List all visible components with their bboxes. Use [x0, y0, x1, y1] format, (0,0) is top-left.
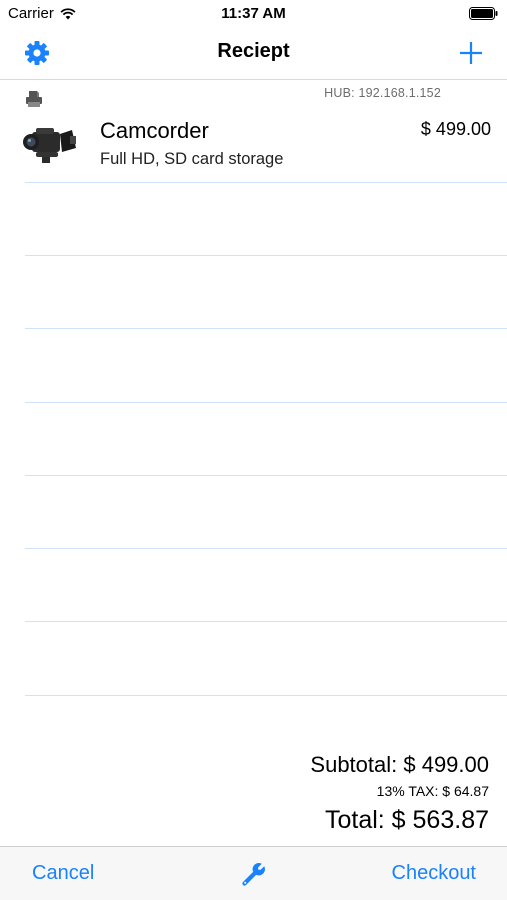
cancel-button[interactable]: Cancel: [32, 862, 94, 885]
totals-summary: Subtotal: $ 499.00 13% TAX: $ 64.87 Tota…: [310, 752, 489, 836]
list-item[interactable]: Camcorder Full HD, SD card storage $ 499…: [0, 110, 507, 183]
printer-icon: [26, 91, 42, 107]
item-description: Full HD, SD card storage: [100, 150, 284, 168]
list-divider: [25, 255, 507, 256]
status-bar: Carrier 11:37 AM: [0, 0, 507, 28]
list-divider: [25, 695, 507, 696]
item-name: Camcorder: [100, 118, 209, 143]
page-title: Reciept: [217, 40, 290, 62]
total-label: Total: $ 563.87: [324, 806, 489, 834]
bottom-toolbar: Cancel Checkout: [0, 846, 507, 900]
wrench-icon[interactable]: [241, 861, 267, 887]
status-time: 11:37 AM: [221, 5, 286, 22]
nav-bar: Reciept: [0, 28, 507, 80]
list-divider: [25, 621, 507, 622]
list-divider: [25, 475, 507, 476]
hub-address: HUB: 192.168.1.152: [324, 86, 441, 100]
checkout-button[interactable]: Checkout: [392, 862, 477, 885]
subtotal-label: Subtotal: $ 499.00: [310, 752, 489, 777]
list-divider: [25, 548, 507, 549]
battery-icon: [469, 7, 498, 20]
list-divider: [25, 402, 507, 403]
item-price: $ 499.00: [420, 119, 491, 139]
tax-label: 13% TAX: $ 64.87: [376, 783, 489, 799]
list-divider: [25, 328, 507, 329]
list-divider: [25, 182, 507, 183]
camcorder-image: [23, 128, 76, 163]
plus-icon[interactable]: [457, 39, 485, 67]
